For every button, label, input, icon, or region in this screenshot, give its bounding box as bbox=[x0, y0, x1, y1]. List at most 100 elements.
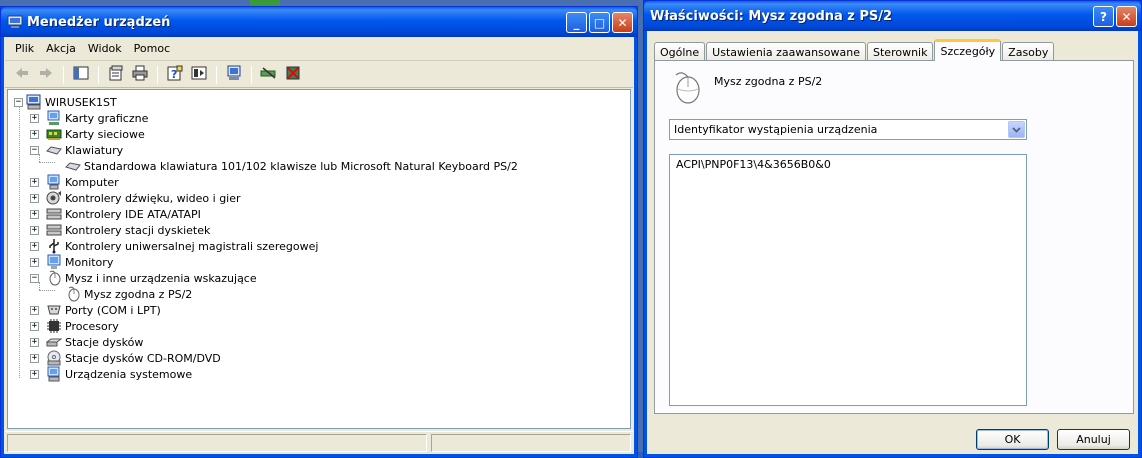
keyboard-icon bbox=[46, 142, 62, 158]
tab-sterownik[interactable]: Sterownik bbox=[867, 42, 934, 61]
tree-item-karty-graficzne[interactable]: Karty graficzne bbox=[46, 110, 148, 126]
expand-toggle[interactable]: + bbox=[30, 178, 39, 187]
toolbar-separator bbox=[63, 65, 64, 84]
toolbar-separator bbox=[157, 65, 158, 84]
menu-akcja[interactable]: Akcja bbox=[42, 42, 84, 55]
uninstall-button[interactable] bbox=[282, 65, 304, 85]
svg-text:?: ? bbox=[171, 68, 177, 81]
collapse-toggle[interactable]: − bbox=[30, 146, 39, 155]
usb-icon bbox=[46, 238, 62, 254]
print-button[interactable] bbox=[129, 65, 151, 85]
tree-item-karty-sieciowe[interactable]: Karty sieciowe bbox=[46, 126, 145, 142]
device-manager-titlebar[interactable]: Menedżer urządzeń _ □ ✕ bbox=[1, 7, 637, 37]
property-select[interactable]: Identyfikator wystąpienia urządzenia bbox=[669, 119, 1027, 140]
tab-ustawienia-zaawansowane[interactable]: Ustawienia zaawansowane bbox=[706, 42, 866, 61]
view-icon bbox=[191, 66, 207, 83]
maximize-button[interactable]: □ bbox=[589, 12, 610, 33]
properties-titlebar[interactable]: Właściwości: Mysz zgodna z PS/2 ? ✕ bbox=[644, 1, 1141, 31]
expand-toggle[interactable]: + bbox=[30, 114, 39, 123]
back-button[interactable] bbox=[11, 65, 33, 85]
tab-szczegoly[interactable]: Szczegóły bbox=[934, 39, 1002, 61]
tree-item-stacje-dyskow[interactable]: Stacje dysków bbox=[46, 334, 143, 350]
tree-item-kontrolery-dyskietek[interactable]: Kontrolery stacji dyskietek bbox=[46, 222, 210, 238]
computer-scan-icon bbox=[226, 65, 242, 84]
tree-item-label: Mysz zgodna z PS/2 bbox=[84, 287, 193, 301]
tree-item-kontrolery-usb[interactable]: Kontrolery uniwersalnej magistrali szere… bbox=[46, 238, 318, 254]
tree-item-kontrolery-ide[interactable]: Kontrolery IDE ATA/ATAPI bbox=[46, 206, 201, 222]
tree-item-komputer[interactable]: Komputer bbox=[46, 174, 119, 190]
tree-item-klawiatury[interactable]: Klawiatury bbox=[46, 142, 123, 158]
tree-root[interactable]: WIRUSEK1ST bbox=[26, 94, 117, 110]
close-button[interactable]: ✕ bbox=[1116, 6, 1137, 27]
dropdown-arrow[interactable] bbox=[1008, 121, 1025, 138]
tree-item-monitory[interactable]: Monitory bbox=[46, 254, 113, 270]
tab-zasoby[interactable]: Zasoby bbox=[1002, 42, 1055, 61]
close-button[interactable]: ✕ bbox=[612, 12, 633, 33]
tree-item-kontrolery-dzwieku[interactable]: Kontrolery dźwięku, wideo i gier bbox=[46, 190, 241, 206]
expand-toggle[interactable]: + bbox=[30, 354, 39, 363]
ok-button[interactable]: OK bbox=[976, 429, 1049, 450]
tree-guide-line bbox=[39, 154, 40, 162]
expand-toggle[interactable]: + bbox=[30, 322, 39, 331]
help-button[interactable]: ? bbox=[164, 65, 186, 85]
menu-plik[interactable]: Plik bbox=[11, 42, 42, 55]
back-icon bbox=[15, 67, 29, 82]
menu-widok[interactable]: Widok bbox=[84, 42, 130, 55]
expand-toggle[interactable]: + bbox=[30, 194, 39, 203]
menu-bar: Plik Akcja Widok Pomoc bbox=[5, 37, 633, 61]
tree-item-cdrom[interactable]: Stacje dysków CD-ROM/DVD bbox=[46, 350, 221, 366]
menu-pomoc[interactable]: Pomoc bbox=[130, 42, 178, 55]
system-device-icon bbox=[46, 366, 62, 382]
computer-icon bbox=[26, 94, 42, 110]
tree-item-procesory[interactable]: Procesory bbox=[46, 318, 119, 334]
scan-hardware-button[interactable] bbox=[223, 65, 245, 85]
dialog-title: Właściwości: Mysz zgodna z PS/2 bbox=[650, 8, 893, 24]
forward-icon bbox=[39, 67, 53, 82]
mouse-icon bbox=[670, 69, 702, 108]
tree-item-mysz[interactable]: Mysz i inne urządzenia wskazujące bbox=[46, 270, 257, 286]
property-value[interactable]: ACPI\PNP0F13\4&3656B0&0 bbox=[676, 158, 831, 171]
expand-toggle[interactable]: + bbox=[30, 242, 39, 251]
help-button[interactable]: ? bbox=[1093, 6, 1114, 27]
tree-item-label: Mysz i inne urządzenia wskazujące bbox=[65, 271, 257, 285]
properties-button[interactable] bbox=[105, 65, 127, 85]
show-hide-tree-button[interactable] bbox=[70, 65, 92, 85]
expand-toggle[interactable]: + bbox=[30, 338, 39, 347]
collapse-toggle[interactable]: − bbox=[30, 274, 39, 283]
tree-item-porty[interactable]: Porty (COM i LPT) bbox=[46, 302, 161, 318]
tree-guide-line bbox=[39, 162, 55, 163]
property-select-value: Identyfikator wystąpienia urządzenia bbox=[674, 123, 878, 136]
tab-strip: Ogólne Ustawienia zaawansowane Sterownik… bbox=[654, 39, 1055, 61]
tree-item-mouse-device[interactable]: Mysz zgodna z PS/2 bbox=[65, 286, 192, 302]
property-value-list[interactable]: ACPI\PNP0F13\4&3656B0&0 bbox=[669, 154, 1027, 406]
expand-toggle[interactable]: + bbox=[30, 258, 39, 267]
display-adapter-icon bbox=[46, 110, 62, 126]
expand-toggle[interactable]: + bbox=[30, 210, 39, 219]
view-button[interactable] bbox=[188, 65, 210, 85]
tree-item-label: Kontrolery dźwięku, wideo i gier bbox=[65, 191, 241, 205]
tree-item-label: Stacje dysków bbox=[65, 335, 144, 349]
root-collapse-toggle[interactable]: − bbox=[14, 98, 23, 107]
tree-item-label: Procesory bbox=[65, 319, 119, 333]
tree-root-label: WIRUSEK1ST bbox=[45, 95, 117, 109]
expand-toggle[interactable]: + bbox=[30, 306, 39, 315]
tree-item-label: Karty sieciowe bbox=[65, 127, 145, 141]
tab-ogolne[interactable]: Ogólne bbox=[654, 42, 706, 61]
cancel-button[interactable]: Anuluj bbox=[1057, 429, 1130, 450]
forward-button[interactable] bbox=[35, 65, 57, 85]
tree-item-keyboard-device[interactable]: Standardowa klawiatura 101/102 klawisze … bbox=[65, 158, 518, 174]
update-driver-button[interactable] bbox=[258, 65, 280, 85]
up-level-icon bbox=[73, 66, 89, 83]
help-icon: ? bbox=[167, 65, 183, 84]
update-driver-icon bbox=[260, 66, 278, 83]
expand-toggle[interactable]: + bbox=[30, 226, 39, 235]
expand-toggle[interactable]: + bbox=[30, 370, 39, 379]
details-panel: Mysz zgodna z PS/2 Identyfikator wystąpi… bbox=[654, 60, 1134, 414]
expand-toggle[interactable]: + bbox=[30, 130, 39, 139]
tree-item-label: Karty graficzne bbox=[65, 111, 149, 125]
tree-item-urzadzenia-systemowe[interactable]: Urządzenia systemowe bbox=[46, 366, 192, 382]
minimize-button[interactable]: _ bbox=[566, 12, 587, 33]
device-tree[interactable]: − WIRUSEK1ST + Karty graficzne + Karty s… bbox=[7, 89, 631, 429]
status-pane bbox=[7, 434, 427, 452]
status-bar bbox=[5, 431, 633, 453]
